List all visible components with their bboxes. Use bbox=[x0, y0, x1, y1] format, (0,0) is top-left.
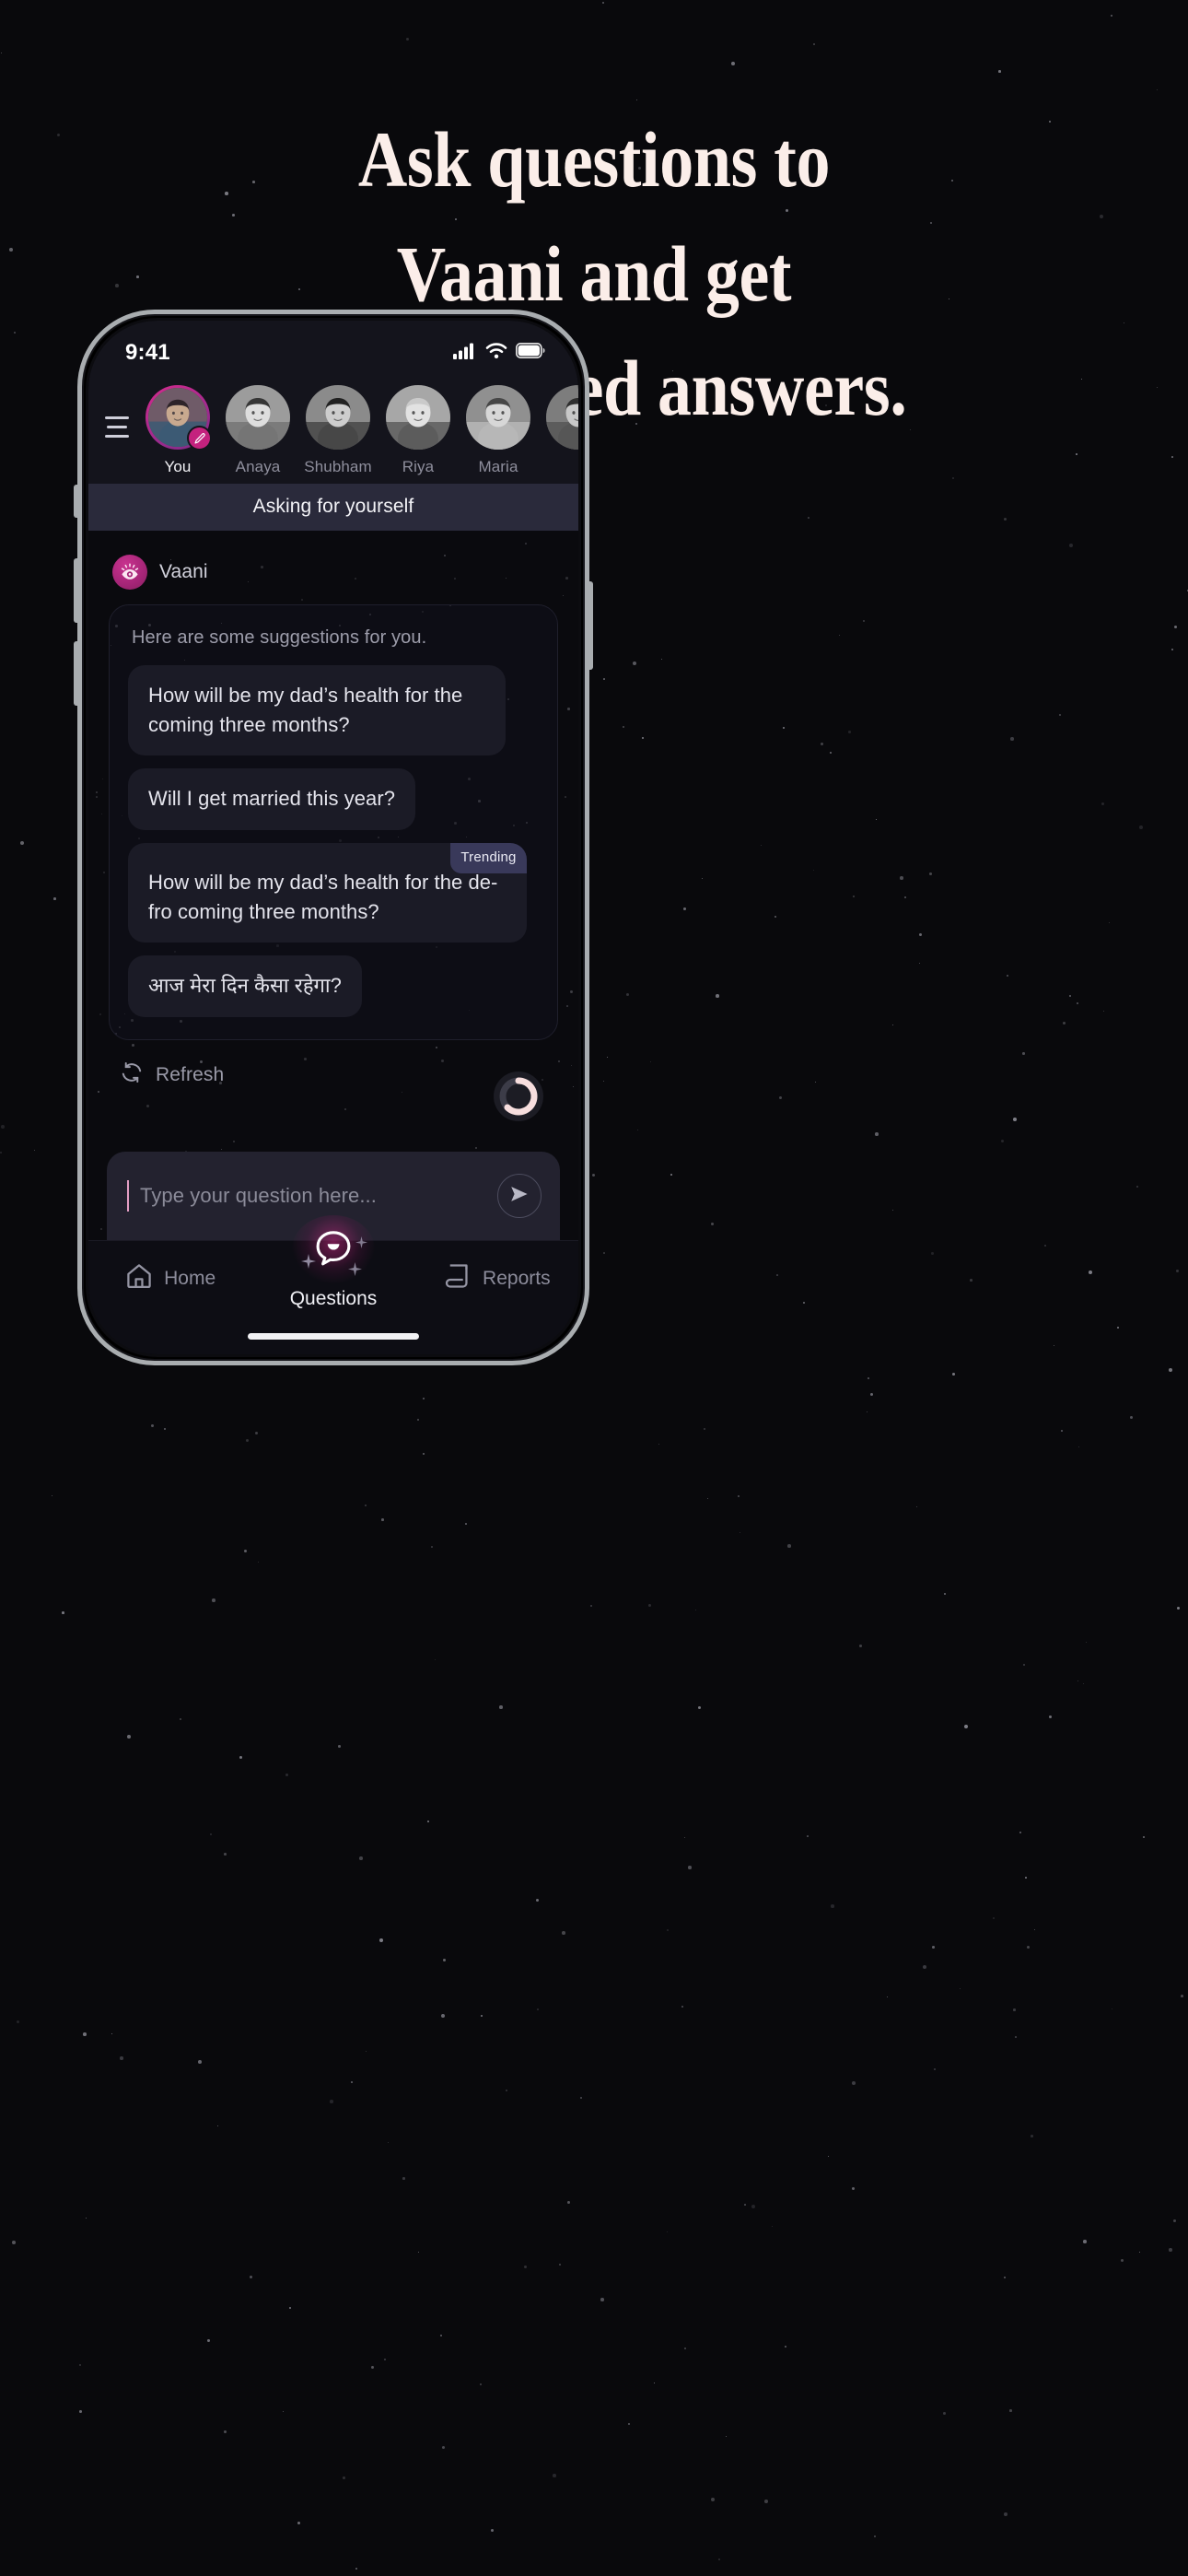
cellular-signal-icon bbox=[453, 343, 477, 364]
text-caret bbox=[127, 1180, 129, 1212]
avatar bbox=[466, 385, 530, 450]
refresh-icon bbox=[120, 1060, 144, 1089]
status-bar-time: 9:41 bbox=[125, 340, 170, 365]
nav-label-home: Home bbox=[164, 1268, 216, 1289]
avatar-photo bbox=[226, 385, 290, 450]
avatar-photo bbox=[306, 385, 370, 450]
nav-item-questions[interactable]: Questions bbox=[251, 1215, 414, 1310]
phone-volume-up-button bbox=[74, 558, 79, 623]
avatar bbox=[146, 385, 212, 451]
suggestion-chip[interactable]: आज मेरा दिन कैसा रहेगा? bbox=[128, 955, 362, 1018]
phone-screen: 9:41 You Anaya Shubham Riya Maria Asking… bbox=[88, 321, 578, 1354]
loading-spinner-icon bbox=[490, 1068, 547, 1130]
suggestion-chip[interactable]: Will I get married this year? bbox=[128, 768, 415, 831]
avatar bbox=[226, 385, 290, 450]
page-background: Ask questions to Vaani and get personali… bbox=[0, 0, 1188, 2576]
avatar-name: Anaya bbox=[235, 458, 281, 475]
avatar-photo bbox=[386, 385, 450, 450]
suggestion-chip-text: How will be my dad’s health for the de-f… bbox=[148, 871, 498, 923]
avatar-name: You bbox=[164, 458, 192, 475]
phone-silent-switch bbox=[74, 485, 79, 518]
status-bar-icons bbox=[453, 342, 545, 364]
avatar-item-anaya[interactable]: Anaya bbox=[226, 385, 290, 476]
chat-bubble-icon bbox=[313, 1228, 354, 1274]
suggestion-chip-list: How will be my dad’s health for the comi… bbox=[128, 665, 539, 1018]
avatar-name: Shubham bbox=[304, 458, 372, 475]
send-button[interactable] bbox=[497, 1174, 542, 1218]
avatar-item-more[interactable] bbox=[546, 385, 578, 476]
home-icon bbox=[124, 1261, 154, 1296]
avatar-item-riya[interactable]: Riya bbox=[386, 385, 450, 476]
nav-label-questions: Questions bbox=[289, 1288, 378, 1309]
hamburger-menu-icon[interactable] bbox=[88, 385, 146, 438]
nav-label-reports: Reports bbox=[483, 1268, 551, 1289]
avatar-name: Maria bbox=[478, 458, 518, 475]
people-selector-bar: You Anaya Shubham Riya Maria bbox=[88, 372, 578, 484]
suggestion-chip-text: How will be my dad’s health for the comi… bbox=[148, 684, 463, 736]
refresh-label: Refresh bbox=[156, 1063, 225, 1085]
avatar-photo bbox=[546, 385, 578, 450]
suggestion-chip[interactable]: How will be my dad’s health for the comi… bbox=[128, 665, 507, 756]
document-icon bbox=[443, 1261, 472, 1296]
suggestion-chip-text: Will I get married this year? bbox=[148, 787, 395, 811]
context-banner[interactable]: Asking for yourself bbox=[88, 484, 578, 531]
people-avatar-list: You Anaya Shubham Riya Maria bbox=[146, 385, 578, 476]
battery-icon bbox=[516, 343, 545, 363]
nav-item-home[interactable]: Home bbox=[88, 1261, 251, 1296]
status-bar: 9:41 bbox=[88, 321, 578, 372]
phone-mockup: 9:41 You Anaya Shubham Riya Maria Asking… bbox=[74, 310, 593, 1365]
avatar-name: Riya bbox=[402, 458, 435, 475]
suggestions-intro-text: Here are some suggestions for you. bbox=[132, 627, 427, 648]
vaani-eye-icon bbox=[112, 555, 147, 590]
assistant-name: Vaani bbox=[159, 561, 208, 582]
avatar bbox=[306, 385, 370, 450]
phone-power-button bbox=[588, 581, 593, 670]
suggestions-card: Here are some suggestions for you. How w… bbox=[109, 604, 558, 1041]
phone-volume-down-button bbox=[74, 641, 79, 706]
nav-item-reports[interactable]: Reports bbox=[415, 1261, 578, 1296]
avatar-item-shubham[interactable]: Shubham bbox=[304, 385, 372, 476]
avatar-item-you[interactable]: You bbox=[146, 385, 212, 476]
home-indicator bbox=[248, 1333, 419, 1340]
sparkle-icon bbox=[355, 1232, 367, 1254]
assistant-header: Vaani bbox=[109, 555, 558, 590]
edit-pencil-icon[interactable] bbox=[187, 426, 212, 451]
avatar bbox=[386, 385, 450, 450]
wifi-icon bbox=[485, 342, 507, 364]
send-paper-plane-icon bbox=[508, 1183, 530, 1210]
suggestion-chip[interactable]: Trending How will be my dad’s health for … bbox=[128, 843, 527, 943]
avatar-photo bbox=[466, 385, 530, 450]
avatar bbox=[546, 385, 578, 450]
avatar-item-maria[interactable]: Maria bbox=[466, 385, 530, 476]
chat-body: Vaani Here are some suggestions for you.… bbox=[88, 531, 578, 1152]
trending-badge: Trending bbox=[450, 843, 527, 873]
question-input[interactable]: Type your question here... bbox=[140, 1184, 497, 1208]
suggestion-chip-text: आज मेरा दिन कैसा रहेगा? bbox=[148, 974, 342, 998]
